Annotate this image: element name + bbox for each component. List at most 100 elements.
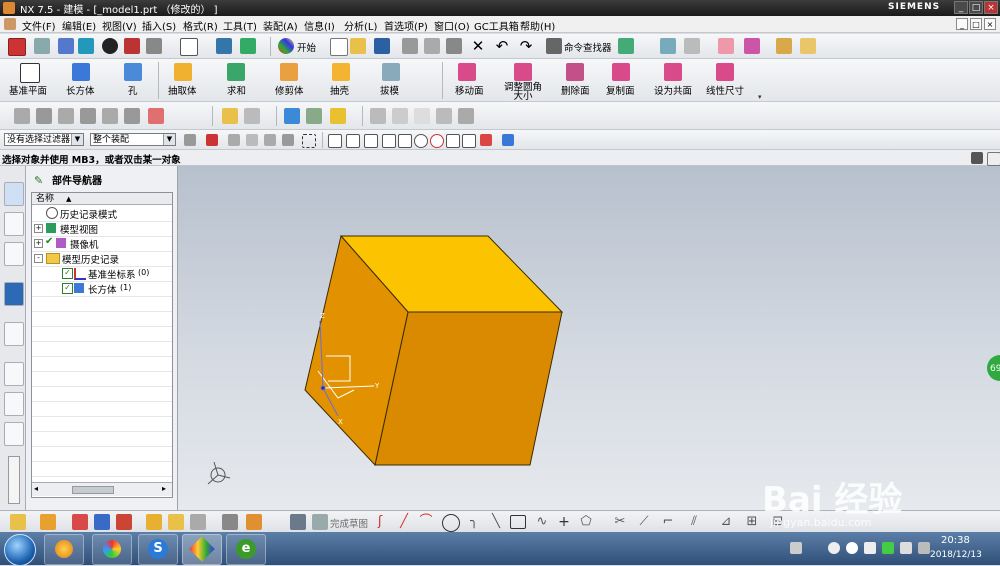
tree-node-history-mode[interactable]: 历史记录模式 (32, 206, 172, 222)
mate-component-icon[interactable] (94, 514, 110, 530)
menu-window[interactable]: 窗口(O) (434, 18, 470, 33)
snap-control-point-icon[interactable] (382, 134, 396, 148)
app-menu-icon[interactable] (4, 18, 16, 30)
delete-face-label[interactable]: 删除面 (561, 83, 590, 97)
start-button[interactable] (4, 534, 36, 566)
system-materials-tab[interactable] (4, 392, 24, 416)
block-label[interactable]: 长方体 (66, 83, 95, 97)
snap-intersection-icon[interactable] (398, 134, 412, 148)
snap-bounded-grid-icon[interactable] (480, 134, 492, 146)
cue-expand-icon[interactable] (987, 152, 1000, 166)
make-corner-icon[interactable]: ⌐ (660, 514, 676, 530)
bounded-plane-icon[interactable] (414, 108, 430, 124)
finish-sketch-label[interactable]: 完成草图 (330, 516, 368, 530)
menu-insert[interactable]: 插入(S) (142, 18, 176, 33)
binoculars-icon[interactable] (546, 38, 562, 54)
new-file-icon[interactable] (330, 38, 348, 56)
close-button[interactable]: × (984, 1, 998, 14)
open-folder-icon[interactable] (350, 38, 366, 54)
make-coplanar-label[interactable]: 设为共面 (654, 83, 692, 97)
menu-preferences[interactable]: 首选项(P) (384, 18, 428, 33)
section-view-icon[interactable] (246, 514, 262, 530)
assembly-constraint-icon[interactable] (10, 514, 26, 530)
type-filter-dropdown[interactable]: 没有选择过滤器 ▼ (4, 133, 84, 146)
menu-edit[interactable]: 编辑(E) (62, 18, 96, 33)
polygon-icon[interactable]: ⬠ (578, 514, 594, 530)
doc-close-button[interactable]: × (984, 18, 996, 30)
block-icon[interactable] (72, 63, 90, 81)
tree-node-model-views[interactable]: + 模型视图 (32, 221, 172, 237)
point-icon[interactable]: + (556, 514, 572, 530)
clock-time[interactable]: 20:38 (941, 535, 970, 546)
datum-plane-icon[interactable] (20, 63, 40, 83)
network-icon[interactable] (864, 542, 876, 554)
pattern-curve-icon[interactable]: ⊞ (744, 514, 760, 530)
history-tab-icon[interactable] (4, 362, 24, 386)
paste-icon[interactable] (446, 38, 462, 54)
unite-icon[interactable] (227, 63, 245, 81)
menu-format[interactable]: 格式(R) (183, 18, 218, 33)
extension-icon[interactable] (436, 108, 452, 124)
angle-icon[interactable] (800, 38, 816, 54)
extract-body-label[interactable]: 抽取体 (168, 83, 197, 97)
reuse-library-tab[interactable] (4, 242, 24, 266)
wcs-icon[interactable] (240, 38, 256, 54)
face-selection-icon[interactable] (264, 134, 276, 146)
move-component-icon[interactable] (72, 514, 88, 530)
tree-horizontal-scrollbar[interactable]: ◂ ▸ (32, 482, 172, 496)
linear-dimension-icon[interactable] (716, 63, 734, 81)
through-curves-icon[interactable] (36, 108, 52, 124)
navigator-pin-icon[interactable]: ✎ (34, 174, 43, 187)
menu-assemblies[interactable]: 装配(A) (263, 18, 298, 33)
tree-node-cameras[interactable]: + ✔ 摄像机 (32, 236, 172, 252)
clock-date[interactable]: 2018/12/13 (930, 550, 982, 560)
arc-icon[interactable]: ⌒ (418, 514, 434, 530)
visibility-checkbox[interactable]: ✓ (62, 283, 73, 294)
line-icon[interactable]: ╱ (396, 514, 412, 530)
maximize-button[interactable]: □ (969, 1, 983, 14)
web-browser-tab[interactable] (4, 322, 24, 346)
selection-scope-dropdown[interactable]: 整个装配 ▼ (90, 133, 176, 146)
studio-surface-icon[interactable] (124, 108, 140, 124)
thicken-icon[interactable] (306, 108, 322, 124)
tree-node-model-history[interactable]: - 模型历史记录 (32, 251, 172, 267)
body-selection-icon[interactable] (246, 134, 258, 146)
trim-body-label[interactable]: 修剪体 (275, 83, 304, 97)
section-surface-icon[interactable] (148, 108, 164, 124)
menu-view[interactable]: 视图(V) (102, 18, 137, 33)
n-sided-icon[interactable] (102, 108, 118, 124)
side-badge[interactable]: 69 (987, 355, 1000, 381)
tree-node-block[interactable]: ✓ 长方体 (1) (32, 281, 172, 297)
start-button-label[interactable]: 开始 (297, 40, 316, 54)
filter-reset-icon[interactable] (184, 134, 196, 146)
snap-existing-point-icon[interactable] (328, 134, 342, 148)
feature-selection-icon[interactable] (228, 134, 240, 146)
scroll-thumb[interactable] (72, 486, 114, 494)
unite-label[interactable]: 求和 (227, 83, 246, 97)
copy-face-icon[interactable] (612, 63, 630, 81)
background-icon[interactable] (180, 38, 198, 56)
menu-help[interactable]: 帮助(H) (520, 18, 555, 33)
security-icon[interactable] (882, 542, 894, 554)
ruled-icon[interactable] (14, 108, 30, 124)
edge-selection-icon[interactable] (282, 134, 294, 146)
menu-analysis[interactable]: 分析(L) (344, 18, 377, 33)
snap-midpoint-icon[interactable] (364, 134, 378, 148)
keyboard-icon[interactable] (790, 542, 802, 554)
pattern-icon[interactable] (222, 108, 238, 124)
ruler-icon[interactable] (776, 38, 792, 54)
fillet-icon[interactable]: ╮ (466, 514, 482, 530)
doc-minimize-button[interactable]: _ (956, 18, 968, 30)
taskbar-app-1[interactable] (44, 534, 84, 565)
info-tab-icon[interactable] (4, 282, 24, 306)
select-icon[interactable] (8, 38, 26, 56)
quick-trim-icon[interactable]: ✂ (612, 514, 628, 530)
fit-icon[interactable] (102, 38, 118, 54)
text-icon[interactable] (244, 108, 260, 124)
linear-dimension-label[interactable]: 线性尺寸 (706, 83, 744, 97)
shell-label[interactable]: 抽壳 (330, 83, 349, 97)
datum-plane-label[interactable]: 基准平面 (9, 83, 47, 97)
taskbar-browser[interactable]: e (226, 534, 266, 565)
start-icon[interactable] (278, 38, 294, 54)
profile-icon[interactable]: ʃ (372, 514, 388, 530)
